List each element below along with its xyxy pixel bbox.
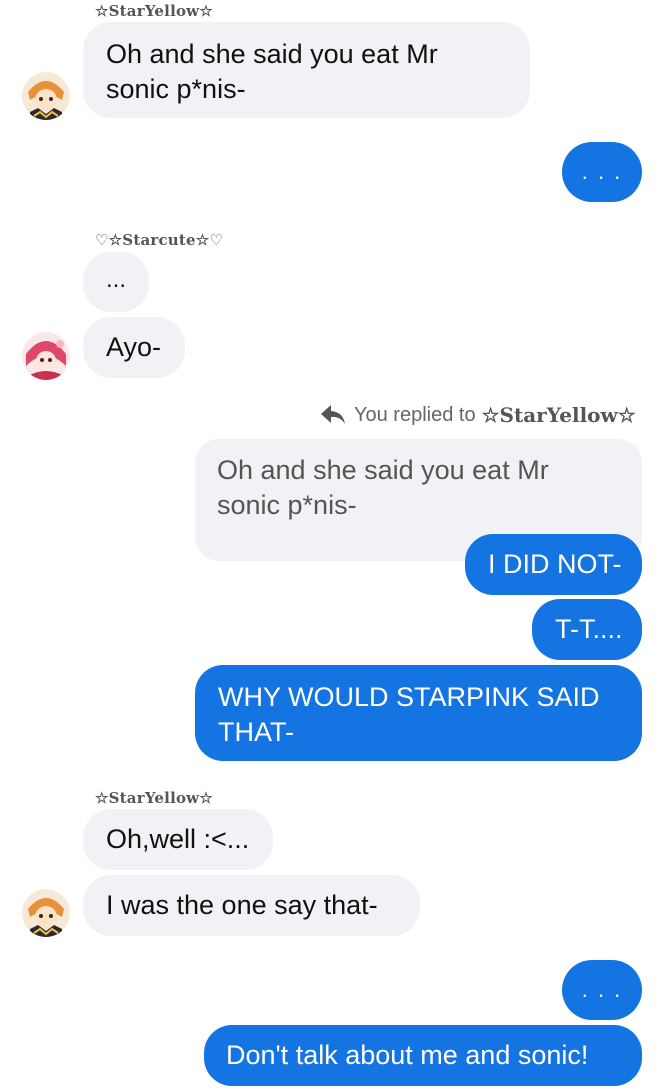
message-bubble[interactable]: T-T.... — [532, 599, 642, 660]
reply-note-name: ☆StarYellow☆ — [481, 403, 636, 427]
reply-note-prefix: You replied to — [354, 403, 476, 426]
sender-name: ☆StarYellow☆ — [95, 2, 213, 20]
sender-name: ♡☆Starcute☆♡ — [95, 231, 224, 249]
message-bubble[interactable]: Oh,well :<... — [83, 809, 273, 870]
message-bubble[interactable]: I DID NOT- — [465, 534, 642, 595]
message-bubble[interactable]: Ayo- — [83, 317, 185, 378]
avatar-image — [22, 72, 70, 120]
message-bubble[interactable]: I was the one say that- — [83, 875, 420, 936]
message-bubble[interactable]: . . . — [562, 960, 642, 1020]
avatar-image — [22, 889, 70, 937]
message-bubble[interactable]: Don't talk about me and sonic! — [204, 1025, 642, 1086]
message-bubble[interactable]: WHY WOULD STARPINK SAID THAT- — [195, 665, 642, 761]
reply-indicator: You replied to ☆StarYellow☆ — [320, 403, 636, 427]
message-bubble[interactable]: . . . — [562, 142, 642, 202]
message-bubble[interactable]: Oh and she said you eat Mr sonic p*nis- — [83, 22, 530, 118]
sender-name: ☆StarYellow☆ — [95, 789, 213, 807]
avatar-starcute[interactable] — [22, 332, 70, 380]
avatar-image — [22, 332, 70, 380]
avatar-staryellow[interactable] — [22, 72, 70, 120]
message-bubble[interactable]: ... — [83, 252, 149, 312]
avatar-staryellow[interactable] — [22, 889, 70, 937]
reply-arrow-icon — [321, 405, 345, 424]
